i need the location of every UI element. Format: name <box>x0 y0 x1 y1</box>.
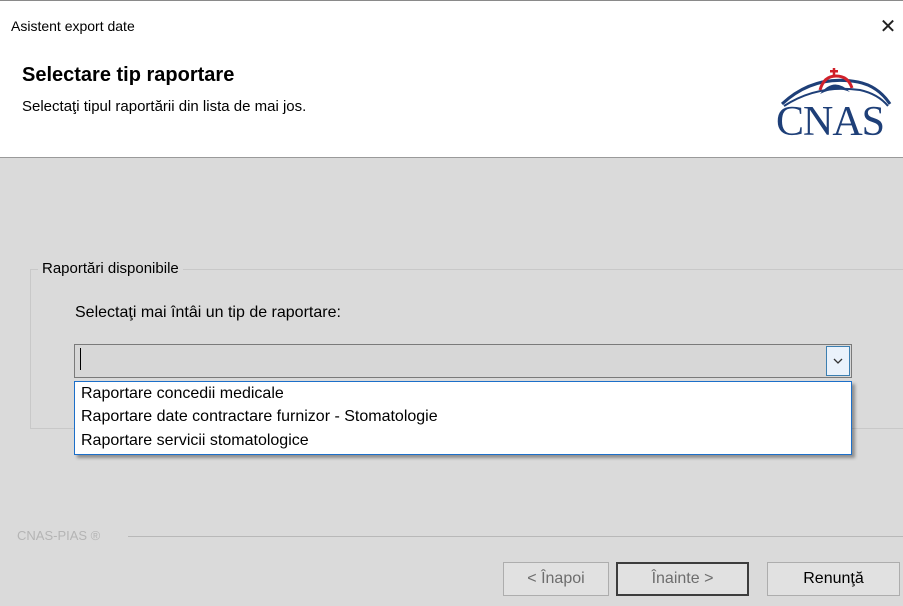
report-type-combobox[interactable] <box>74 344 852 378</box>
title-bar <box>0 0 903 15</box>
instruction-label: Selectaţi mai întâi un tip de raportare: <box>75 304 341 321</box>
dropdown-item-contractare-stomatologie[interactable]: Raportare date contractare furnizor - St… <box>81 408 438 426</box>
chevron-down-icon <box>833 358 843 364</box>
wizard-window: Asistent export date ✕ Selectare tip rap… <box>0 0 903 606</box>
dropdown-item-servicii-stomatologice[interactable]: Raportare servicii stomatologice <box>81 432 309 450</box>
cancel-button[interactable]: Renunţă <box>767 562 900 596</box>
page-title: Selectare tip raportare <box>22 64 235 86</box>
page-subtitle: Selectaţi tipul raportării din lista de … <box>22 98 307 115</box>
group-legend: Raportări disponibile <box>38 260 183 277</box>
next-button[interactable]: Înainte > <box>616 562 749 596</box>
dropdown-item-concedii-medicale[interactable]: Raportare concedii medicale <box>81 385 284 403</box>
cnas-logo: CNAS <box>774 68 894 156</box>
back-button[interactable]: < Înapoi <box>503 562 609 596</box>
report-type-dropdown-list: Raportare concedii medicale Raportare da… <box>74 381 852 455</box>
close-icon: ✕ <box>879 16 897 38</box>
combo-dropdown-button[interactable] <box>826 346 850 376</box>
text-caret <box>80 348 81 370</box>
logo-text: CNAS <box>776 99 885 145</box>
window-title: Asistent export date <box>11 18 135 34</box>
close-button[interactable]: ✕ <box>873 14 903 40</box>
footer-divider <box>128 536 903 537</box>
footer-brand: CNAS-PIAS ® <box>17 528 101 543</box>
